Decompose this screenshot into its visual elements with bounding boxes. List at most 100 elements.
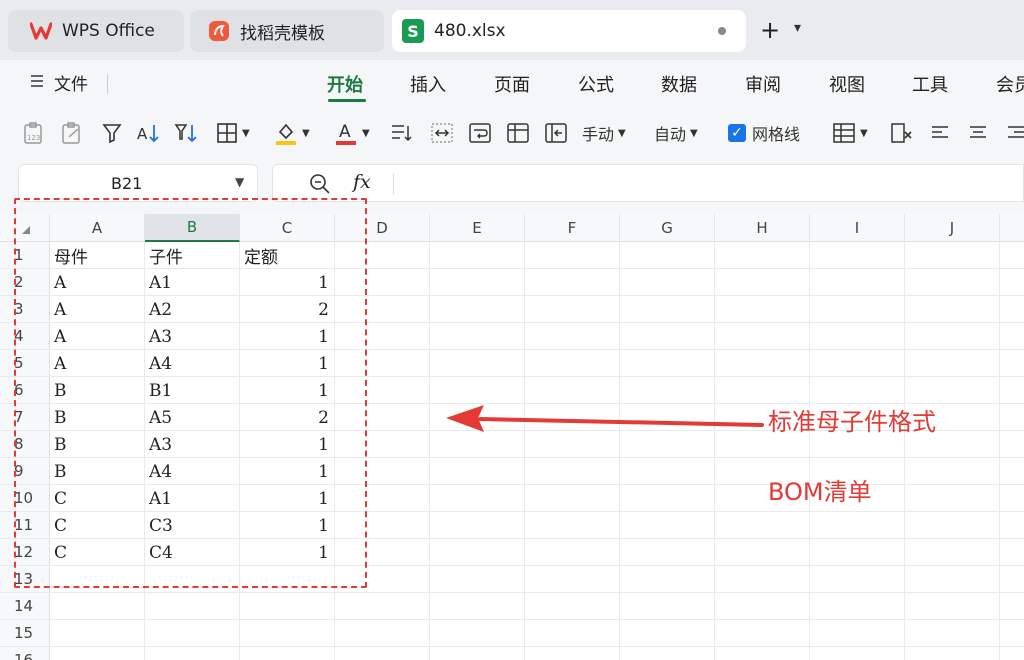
table-cell[interactable]: 1 — [240, 539, 335, 566]
table-cell[interactable]: C4 — [145, 539, 240, 566]
table-cell[interactable]: C — [50, 512, 145, 539]
tab-formulas[interactable]: 公式 — [578, 71, 614, 97]
table-cell[interactable]: B — [50, 377, 145, 404]
wrap-text-icon[interactable] — [468, 120, 492, 146]
row-header[interactable]: 8 — [0, 431, 50, 458]
table-cell[interactable]: 2 — [240, 404, 335, 431]
row-header[interactable]: 4 — [0, 323, 50, 350]
tab-file-480[interactable]: S 480.xlsx — [392, 10, 746, 52]
table-cell[interactable]: A3 — [145, 323, 240, 350]
row-header[interactable]: 13 — [0, 566, 50, 593]
column-header-i[interactable]: I — [810, 214, 905, 242]
sort-ascending-icon[interactable]: A — [136, 120, 162, 146]
text-direction-icon[interactable] — [390, 120, 414, 146]
table-cell[interactable]: A1 — [145, 485, 240, 512]
row-header[interactable]: 15 — [0, 620, 50, 647]
table-cell[interactable]: 1 — [240, 458, 335, 485]
table-cell[interactable]: C3 — [145, 512, 240, 539]
tab-insert[interactable]: 插入 — [410, 71, 446, 97]
tab-member[interactable]: 会员 — [996, 71, 1024, 97]
clear-format-icon[interactable] — [890, 120, 914, 146]
column-header-h[interactable]: H — [715, 214, 810, 242]
table-cell[interactable]: A5 — [145, 404, 240, 431]
table-cell[interactable]: C — [50, 539, 145, 566]
borders-button[interactable]: ▼ — [216, 120, 250, 146]
row-header[interactable]: 5 — [0, 350, 50, 377]
table-cell[interactable]: A2 — [145, 296, 240, 323]
tab-home[interactable]: 开始 — [327, 71, 363, 97]
table-cell[interactable]: A — [50, 350, 145, 377]
select-all-corner[interactable] — [0, 214, 50, 242]
column-header-j[interactable]: J — [905, 214, 1000, 242]
row-header[interactable]: 12 — [0, 539, 50, 566]
tab-review[interactable]: 审阅 — [745, 71, 781, 97]
align-right-icon[interactable] — [1006, 120, 1024, 146]
name-box[interactable]: B21 ▼ — [18, 164, 258, 202]
table-cell[interactable]: A — [50, 269, 145, 296]
insert-row-col-icon[interactable] — [544, 120, 568, 146]
table-cell[interactable]: B — [50, 404, 145, 431]
column-header-a[interactable]: A — [50, 214, 145, 242]
paste-values-icon[interactable]: 123 — [22, 120, 46, 146]
row-header[interactable]: 2 — [0, 269, 50, 296]
tab-wps-office[interactable]: WPS Office — [8, 10, 184, 52]
zoom-search-icon[interactable] — [309, 173, 331, 199]
sort-custom-icon[interactable] — [174, 120, 200, 146]
row-header[interactable]: 14 — [0, 593, 50, 620]
column-header-e[interactable]: E — [430, 214, 525, 242]
table-cell[interactable]: A — [50, 296, 145, 323]
header-cell[interactable]: 定额 — [240, 242, 335, 269]
header-cell[interactable]: 子件 — [145, 242, 240, 269]
merge-cells-icon[interactable] — [430, 120, 454, 146]
column-header-c[interactable]: C — [240, 214, 335, 242]
header-cell[interactable]: 母件 — [50, 242, 145, 269]
freeze-panes-icon[interactable] — [506, 120, 530, 146]
row-header[interactable]: 9 — [0, 458, 50, 485]
row-header[interactable]: 7 — [0, 404, 50, 431]
tab-data[interactable]: 数据 — [661, 71, 697, 97]
table-cell[interactable]: C — [50, 485, 145, 512]
unsaved-dot-icon[interactable] — [718, 27, 726, 35]
chevron-down-icon[interactable]: ▾ — [794, 20, 801, 36]
align-left-icon[interactable] — [930, 120, 950, 146]
tab-daoke-templates[interactable]: 找稻壳模板 — [190, 10, 384, 52]
column-header-f[interactable]: F — [525, 214, 620, 242]
row-header[interactable]: 10 — [0, 485, 50, 512]
column-header-b[interactable]: B — [145, 214, 240, 242]
table-cell[interactable]: 1 — [240, 512, 335, 539]
cell-area[interactable]: 母件 子件 定额 A A1 1 A A2 2 A A3 1 A A4 1 B B1 1 B A5 2 B A3 1 B A4 1 C A… — [50, 242, 1024, 660]
row-header[interactable]: 3 — [0, 296, 50, 323]
table-cell[interactable]: 1 — [240, 323, 335, 350]
column-header-d[interactable]: D — [335, 214, 430, 242]
table-cell[interactable]: 1 — [240, 431, 335, 458]
conditional-format-button[interactable]: ▼ — [832, 120, 868, 146]
table-cell[interactable]: A1 — [145, 269, 240, 296]
tab-view[interactable]: 视图 — [829, 71, 865, 97]
paste-format-icon[interactable] — [60, 120, 84, 146]
new-tab-button[interactable]: + — [760, 16, 780, 44]
table-cell[interactable]: A4 — [145, 458, 240, 485]
table-cell[interactable]: 1 — [240, 377, 335, 404]
table-cell[interactable]: B1 — [145, 377, 240, 404]
table-cell[interactable]: 1 — [240, 485, 335, 512]
column-header-g[interactable]: G — [620, 214, 715, 242]
table-cell[interactable]: A4 — [145, 350, 240, 377]
table-cell[interactable]: B — [50, 431, 145, 458]
row-header[interactable]: 16 — [0, 647, 50, 660]
row-header[interactable]: 6 — [0, 377, 50, 404]
filter-icon[interactable] — [102, 120, 122, 146]
column-width-auto-dropdown[interactable]: 自动 ▼ — [654, 120, 698, 146]
table-cell[interactable]: 2 — [240, 296, 335, 323]
chevron-down-icon[interactable]: ▼ — [235, 175, 244, 189]
function-fx-icon[interactable]: fx — [353, 171, 371, 193]
table-cell[interactable]: 1 — [240, 269, 335, 296]
table-cell[interactable]: A3 — [145, 431, 240, 458]
row-header[interactable]: 11 — [0, 512, 50, 539]
row-header[interactable]: 1 — [0, 242, 50, 269]
row-height-manual-dropdown[interactable]: 手动 ▼ — [582, 120, 626, 146]
tab-tools[interactable]: 工具 — [912, 71, 948, 97]
table-cell[interactable]: B — [50, 458, 145, 485]
table-cell[interactable]: 1 — [240, 350, 335, 377]
font-color-button[interactable]: A ▼ — [334, 120, 370, 146]
gridlines-toggle[interactable]: ✓ 网格线 — [728, 120, 800, 146]
